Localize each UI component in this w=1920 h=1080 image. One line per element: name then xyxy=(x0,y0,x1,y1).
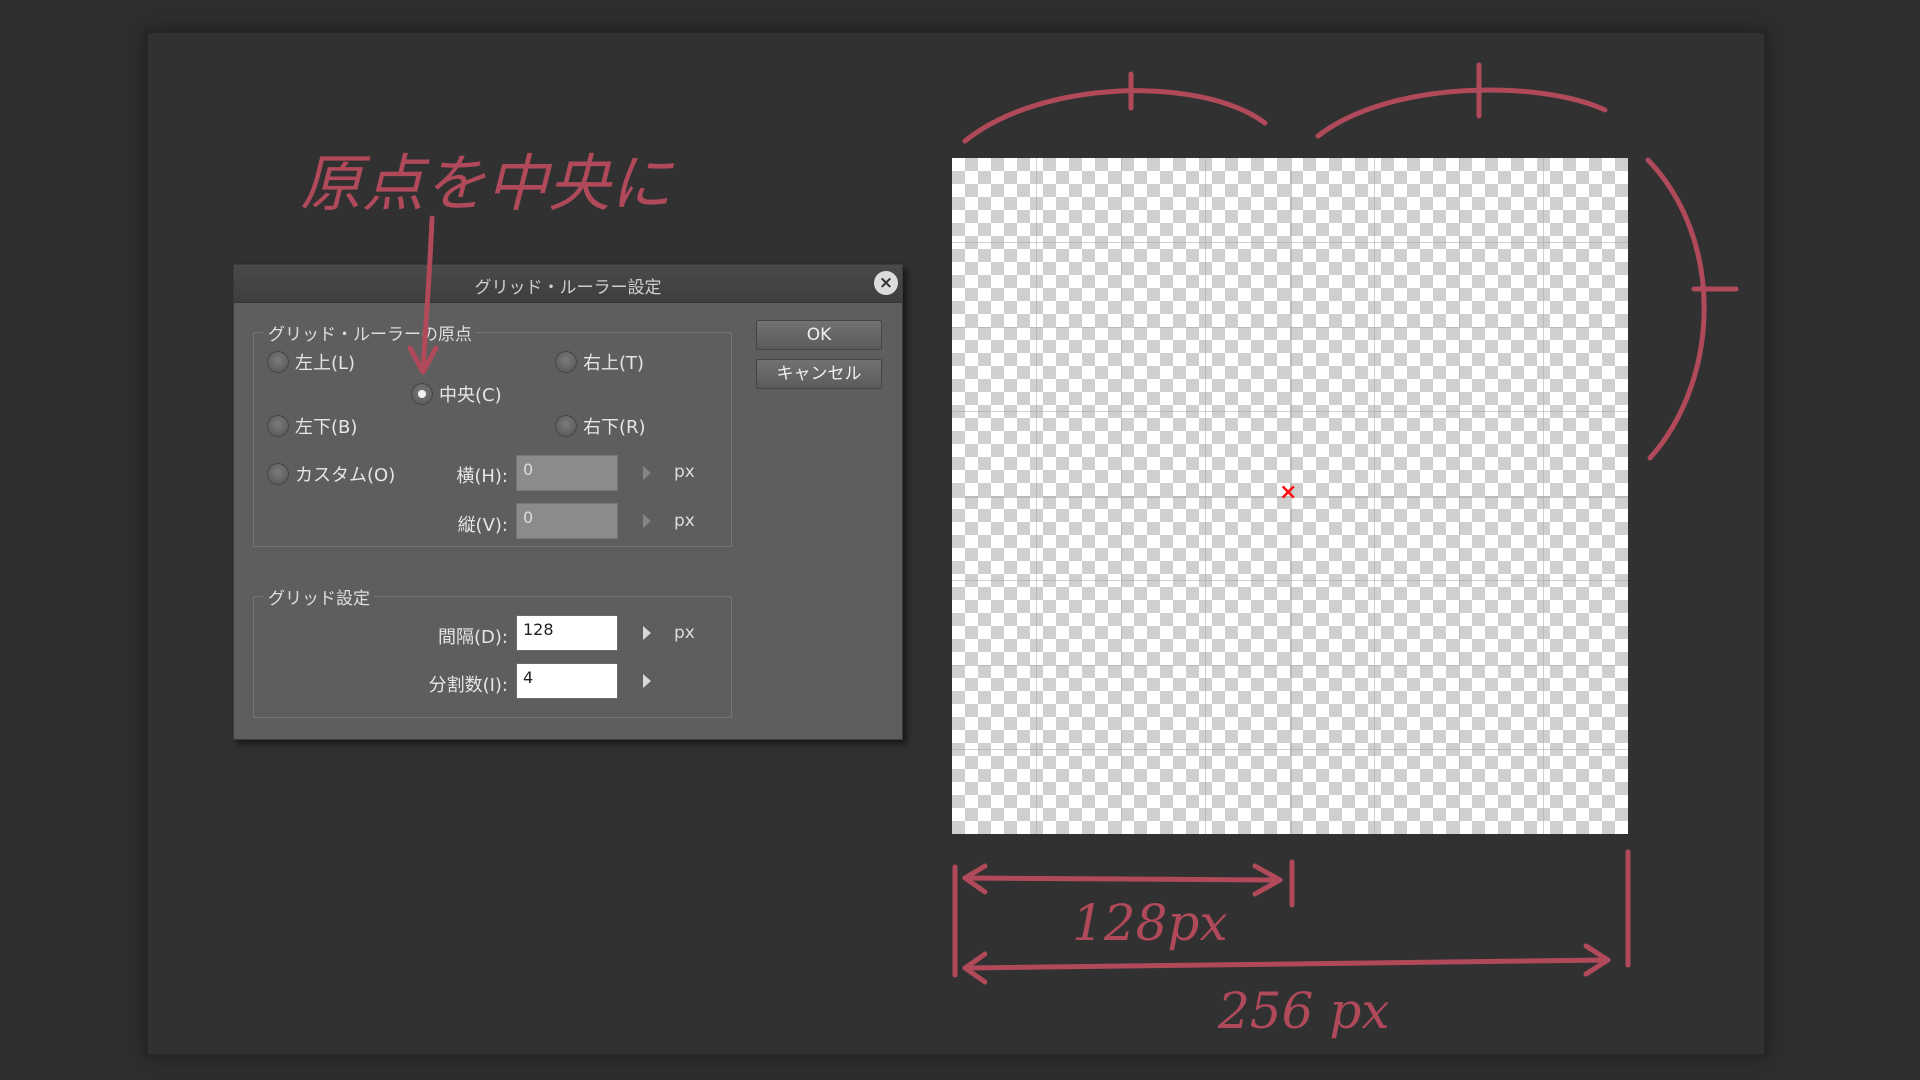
note-arrow-shaft xyxy=(420,215,435,373)
measure-128-label: 128px xyxy=(1072,894,1228,952)
measure-128-line xyxy=(962,875,1283,883)
annotation-layer: 原点を中央に 128px 256 px xyxy=(300,62,1739,1040)
brace-top-left xyxy=(962,88,1268,144)
measure-256-line xyxy=(962,957,1611,971)
brace-right xyxy=(1645,157,1707,461)
measure-256-label: 256 px xyxy=(1217,982,1390,1040)
brace-top-right xyxy=(1315,87,1608,139)
note-text: 原点を中央に xyxy=(300,147,675,220)
